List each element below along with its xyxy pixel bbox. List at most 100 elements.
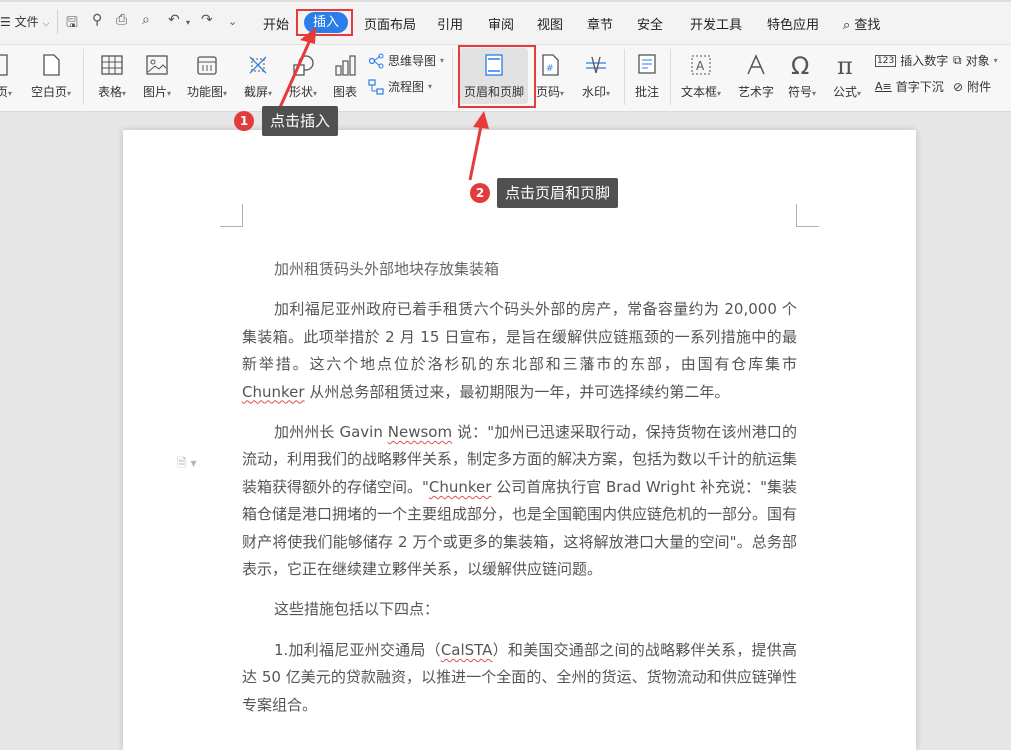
symbol-button[interactable]: Ω 符号▾ (783, 53, 821, 100)
file-menu[interactable]: ☰ 文件 ⌵ (0, 13, 49, 30)
screenshot-button[interactable]: 截屏▾ (239, 53, 277, 100)
symbol-label: 符号 (787, 85, 812, 99)
attachment-label: 附件 (967, 80, 992, 94)
margin-corner-marker (220, 204, 243, 227)
object-label: 对象 (965, 54, 990, 68)
table-button[interactable]: 表格▾ (93, 53, 131, 100)
pi-icon: π (837, 53, 853, 77)
print-preview-icon[interactable]: ⌕ (142, 12, 150, 28)
chevron-down-icon: ▾ (67, 89, 72, 98)
undo-icon[interactable]: ↶ (168, 12, 180, 28)
drop-cap-icon: A≡ (875, 80, 892, 93)
chart-button[interactable]: 图表 (328, 53, 362, 100)
blank-page-icon (43, 54, 60, 76)
svg-text:π: π (837, 53, 853, 77)
paragraph-options-icon[interactable]: 🗎 ▾ (177, 454, 197, 475)
textbox-button[interactable]: A 文本框▾ (677, 53, 725, 100)
tab-review[interactable]: 审阅 (488, 14, 514, 33)
tab-page-layout[interactable]: 页面布局 (364, 14, 416, 33)
watermark-button[interactable]: 水印▾ (576, 53, 616, 100)
tab-references[interactable]: 引用 (437, 14, 463, 33)
blank-page-button[interactable]: 空白页▾ (27, 53, 75, 100)
undo-dropdown-icon[interactable]: ▾ (186, 18, 190, 27)
page-icon (0, 54, 8, 76)
tab-developer[interactable]: 开发工具 (690, 14, 742, 33)
chevron-down-icon: ▾ (993, 56, 998, 65)
mind-map-icon (368, 53, 384, 68)
document-page[interactable]: 加州租赁码头外部地块存放集装箱 加利福尼亚州政府已着手租赁六个码头外部的房产，常… (123, 130, 916, 750)
tab-home[interactable]: 开始 (263, 14, 289, 33)
page-number-label: 页码 (535, 85, 560, 99)
tab-special-apps[interactable]: 特色应用 (767, 14, 819, 33)
chevron-down-icon: ▾ (313, 89, 318, 98)
tab-view[interactable]: 视图 (537, 14, 563, 33)
paragraph-text: 从州总务部租赁过来，最初期限为一年，并可选择续约第二年。 (304, 382, 730, 401)
print-icon[interactable]: ⎙ (116, 12, 127, 28)
redo-icon[interactable]: ↷ (201, 12, 213, 28)
object-icon: ⧉ (953, 53, 962, 67)
comment-button[interactable]: 批注 (631, 53, 663, 100)
page-number-button[interactable]: # 页码▾ (533, 53, 567, 100)
svg-text:A: A (696, 59, 705, 73)
tab-security[interactable]: 安全 (637, 14, 663, 33)
mind-map-button[interactable]: 思维导图 ▾ (368, 52, 444, 69)
step-badge-2: 2 (470, 183, 490, 203)
chevron-down-icon: ▾ (717, 89, 722, 98)
title-strip (0, 0, 1011, 2)
tab-chapter[interactable]: 章节 (587, 14, 613, 33)
mind-map-label: 思维导图 (388, 54, 437, 68)
picture-button[interactable]: 图片▾ (138, 53, 176, 100)
attachment-button[interactable]: ⊘ 附件 (953, 78, 991, 95)
chevron-down-icon: ⌵ (42, 19, 50, 29)
format-painter-icon[interactable]: ⚲ (92, 12, 102, 28)
art-text-button[interactable]: 艺术字 (734, 53, 778, 100)
drop-cap-button[interactable]: A≡ 首字下沉 (875, 78, 944, 95)
paragraph-text: 加州州长 Gavin (274, 423, 388, 442)
blank-page-label: 空白页 (30, 85, 67, 99)
screenshot-label: 截屏 (243, 85, 268, 99)
document-body[interactable]: 加州租赁码头外部地块存放集装箱 加利福尼亚州政府已着手租赁六个码头外部的房产，常… (242, 256, 797, 732)
chevron-down-icon: ▾ (428, 82, 433, 91)
menu-icon: ☰ (0, 15, 11, 29)
document-title: 加州租赁码头外部地块存放集装箱 (274, 260, 500, 278)
page-button[interactable]: 页▾ (0, 53, 14, 100)
chart-label: 图表 (332, 85, 357, 99)
spellcheck-word: CalSTA (440, 640, 493, 659)
shape-icon (293, 55, 314, 76)
save-icon[interactable]: 🖫 (66, 12, 78, 36)
shape-label: 形状 (288, 85, 313, 99)
function-chart-label: 功能图 (186, 85, 223, 99)
chevron-down-icon: ▾ (560, 89, 565, 98)
chevron-down-icon: ▾ (857, 89, 862, 98)
chevron-down-icon: ▾ (440, 56, 445, 65)
chevron-down-icon: ▾ (812, 89, 817, 98)
divider (57, 10, 58, 34)
number-icon: 123 (875, 54, 897, 67)
divider (452, 49, 453, 105)
spellcheck-word: Chunker (428, 477, 492, 496)
picture-icon (146, 55, 168, 75)
callout-step-1: 点击插入 (262, 106, 339, 136)
function-chart-button[interactable]: 功能图▾ (183, 53, 231, 100)
chevron-down-icon: ▾ (167, 89, 172, 98)
object-button[interactable]: ⧉ 对象 ▾ (953, 52, 998, 69)
find-button[interactable]: ⌕ 查找 (843, 14, 880, 33)
divider (670, 49, 671, 105)
picture-label: 图片 (142, 85, 167, 99)
margin-corner-marker (796, 204, 819, 227)
flowchart-button[interactable]: 流程图 ▾ (368, 78, 432, 95)
divider (83, 49, 84, 105)
customize-toolbar-icon[interactable]: ⌄ (228, 15, 237, 28)
textbox-label: 文本框 (680, 85, 717, 99)
insert-number-button[interactable]: 123 插入数字 (875, 52, 948, 69)
table-icon (101, 55, 123, 75)
formula-button[interactable]: π 公式▾ (828, 53, 866, 100)
table-label: 表格 (97, 85, 122, 99)
drop-cap-label: 首字下沉 (895, 80, 944, 94)
shape-button[interactable]: 形状▾ (284, 53, 322, 100)
textbox-icon: A (691, 55, 711, 75)
callout-step-2: 点击页眉和页脚 (497, 178, 619, 208)
omega-icon: Ω (791, 53, 809, 77)
menu-bar: ☰ 文件 ⌵ 🖫 ⚲ ⎙ ⌕ ↶ ▾ ↷ ⌄ 开始 插入 页面布局 引用 审阅 视… (0, 0, 1011, 45)
insert-number-label: 插入数字 (900, 54, 949, 68)
